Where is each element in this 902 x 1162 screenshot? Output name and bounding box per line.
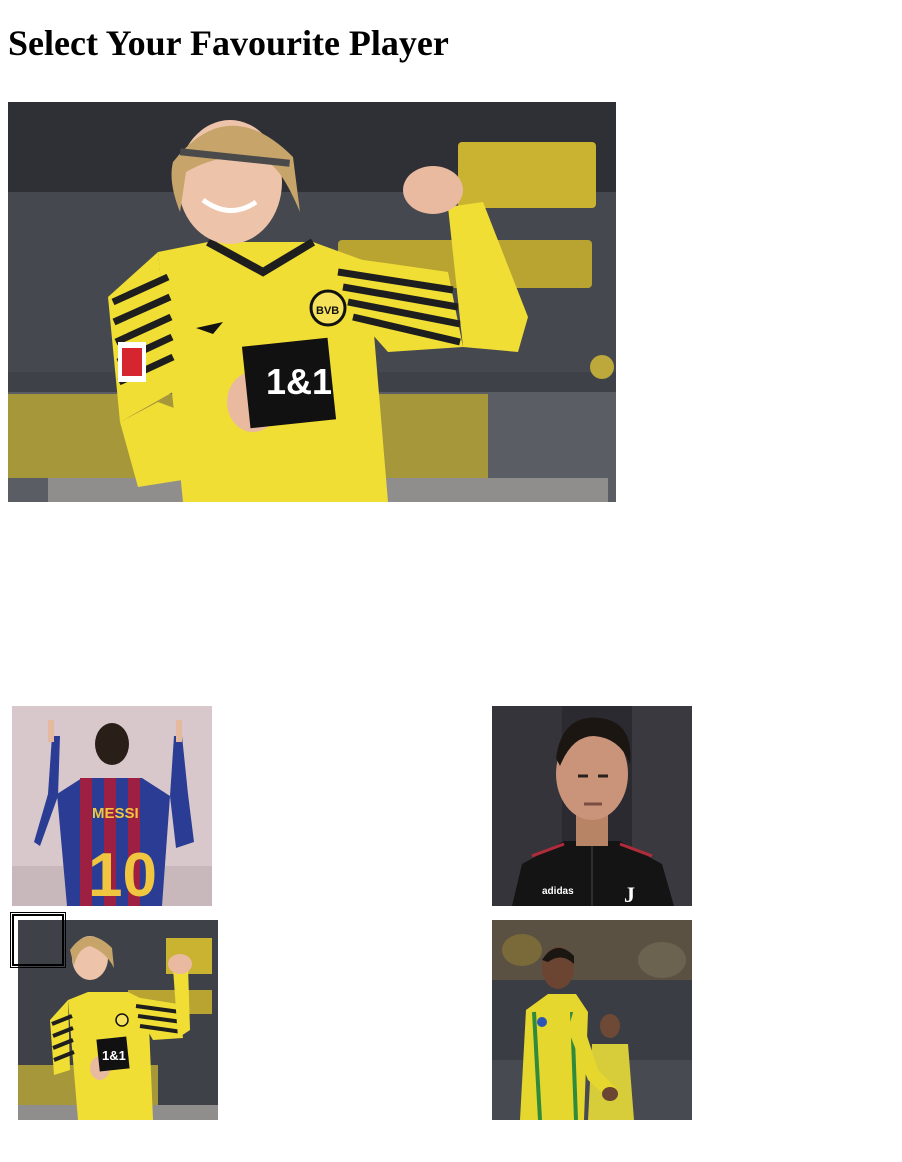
svg-text:10: 10 [88,841,157,906]
player-thumbnail-bvb[interactable]: 1&1 [18,920,218,1120]
bvb-player-large-image: 1&1 BVB [8,102,616,502]
svg-text:1&1: 1&1 [266,361,332,402]
svg-text:MESSI: MESSI [92,805,139,822]
page: Select Your Favourite Player 1&1 BVB MES… [0,0,902,1162]
bvb-player-small-image: 1&1 [18,920,218,1120]
svg-text:1&1: 1&1 [102,1048,126,1063]
svg-text:J: J [624,882,635,906]
player-thumbnail-ronaldo[interactable]: adidas J [492,706,692,906]
main-player-photo: 1&1 BVB [8,102,616,502]
messi-image: MESSI 10 [12,706,212,906]
ronaldo-image: adidas J [492,706,692,906]
svg-text:adidas: adidas [542,886,574,897]
yellow-green-kit-player-image [492,920,692,1120]
player-thumbnail-yellow-green-kit[interactable] [492,920,692,1120]
player-thumbnail-messi[interactable]: MESSI 10 [12,706,212,906]
page-title: Select Your Favourite Player [8,23,449,63]
svg-text:BVB: BVB [316,305,339,317]
